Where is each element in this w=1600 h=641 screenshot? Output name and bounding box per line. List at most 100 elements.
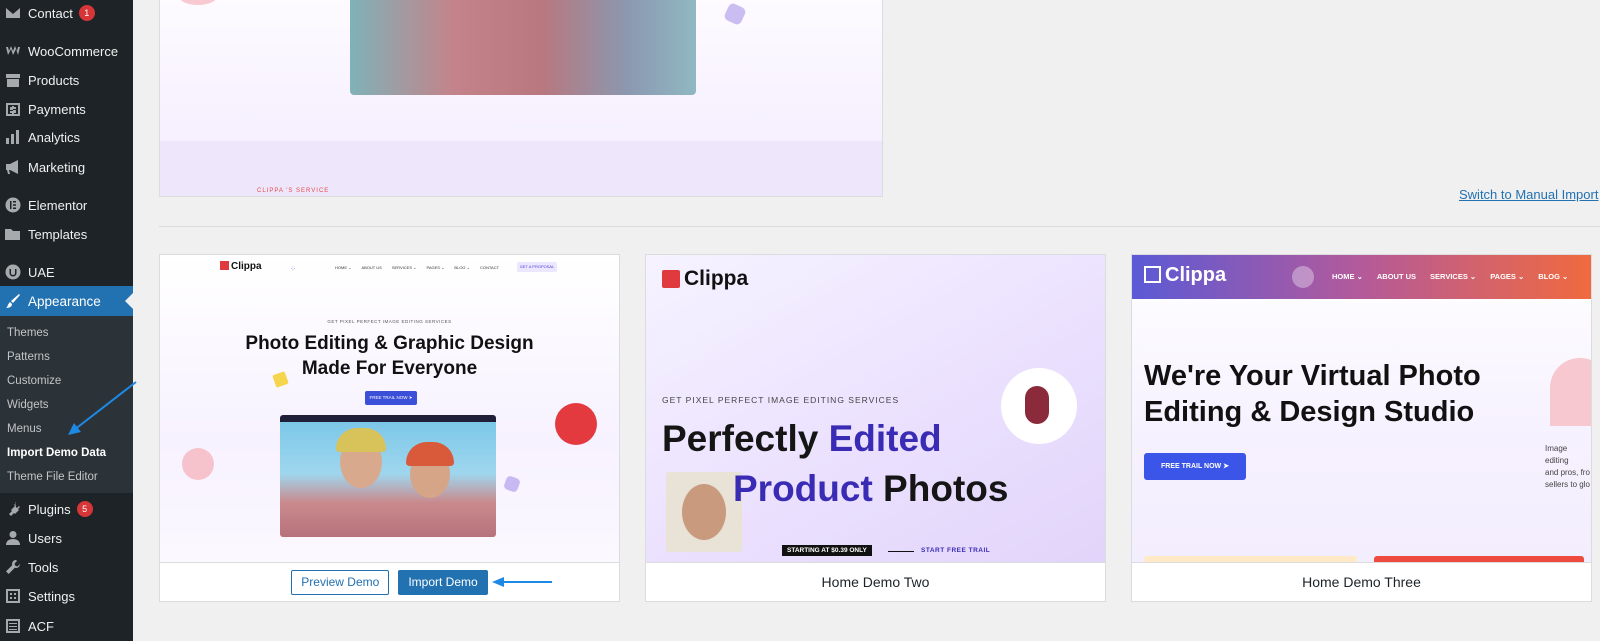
submenu-item-customize[interactable]: Customize [7,375,61,387]
admin-sidebar: Contact 1 WooCommerce Products Payments … [0,0,133,641]
demo-card-two: Clippa GET PIXEL PERFECT IMAGE EDITING S… [645,254,1106,602]
sidebar-item-label: Contact [28,5,73,21]
screenshot-eyebrow: GET PIXEL PERFECT IMAGE EDITING SERVICES [327,319,452,324]
demo-card-one: Clippa ⁘ HOME ⌄ ABOUT US SERVICES ⌄ PAGES ⌄… [159,254,620,602]
screenshot-nav: HOME ⌄ ABOUT US SERVICES ⌄ PAGES ⌄ BLOG ⌄ CON… [335,265,500,270]
sidebar-item-label: UAE [28,264,55,280]
submenu-item-import-demo-data[interactable]: Import Demo Data [7,447,106,459]
sidebar-item-label: Plugins [28,501,71,517]
submenu-item-themes[interactable]: Themes [7,327,49,339]
import-demo-button[interactable]: Import Demo [398,569,488,595]
sidebar-item-label: Templates [28,226,88,242]
sidebar-item-contact[interactable]: Contact 1 [0,0,133,28]
preview-demo-button[interactable]: Preview Demo [291,569,390,595]
user-icon [5,530,21,546]
screenshot-price-tag: STARTING AT $0.39 ONLY [782,545,872,556]
clippa-logo: Clippa [220,261,262,272]
demo-card-title: Home Demo Three [1132,562,1591,601]
sidebar-item-plugins[interactable]: Plugins 5 [0,494,133,524]
sidebar-item-woocommerce[interactable]: WooCommerce [0,36,133,66]
submenu-item-widgets[interactable]: Widgets [7,399,49,411]
submenu-item-patterns[interactable]: Patterns [7,351,50,363]
screenshot-nav: HOME ⌄ ABOUT US SERVICES ⌄ PAGES ⌄ BLOG ⌄ [1332,272,1569,281]
screenshot-proposal-button: GET A PROPOSAL [517,262,557,272]
sidebar-item-label: Appearance [28,293,101,309]
grid-icon [1292,266,1314,288]
sidebar-item-marketing[interactable]: Marketing [0,152,133,182]
sidebar-item-label: Payments [28,101,86,117]
sidebar-item-uae[interactable]: UAE [0,257,133,287]
screenshot-nav-bar: Clippa HOME ⌄ ABOUT US SERVICES ⌄ PAGES ⌄ BL… [1132,255,1591,299]
demo-screenshot[interactable]: Clippa GET PIXEL PERFECT IMAGE EDITING S… [646,255,1105,562]
decorative-shape [1001,368,1077,444]
decorative-shape [723,2,747,26]
sidebar-item-settings[interactable]: Settings [0,581,133,611]
clippa-logo: Clippa [1144,264,1226,287]
screenshot-free-trial: START FREE TRAIL [921,547,991,554]
submenu-item-menus[interactable]: Menus [7,423,42,435]
elementor-icon [5,197,21,213]
sidebar-item-label: Marketing [28,159,86,175]
decorative-shape [182,448,214,480]
previous-demo-card: CLIPPA 'S SERVICE [159,0,883,197]
annotation-arrow-icon [68,381,137,435]
screenshot-cta: FREE TRAIL NOW ➤ [365,391,417,405]
demo-card-three: Clippa HOME ⌄ ABOUT US SERVICES ⌄ PAGES ⌄ BL… [1131,254,1592,602]
sidebar-item-label: Analytics [28,129,81,145]
demo-screenshot[interactable]: Clippa ⁘ HOME ⌄ ABOUT US SERVICES ⌄ PAGES ⌄… [160,255,619,562]
dollar-icon [5,101,21,117]
section-divider [159,226,1600,227]
sidebar-item-elementor[interactable]: Elementor [0,190,133,220]
sidebar-item-tools[interactable]: Tools [0,552,133,582]
paintbrush-icon [5,293,21,309]
sidebar-item-acf[interactable]: ACF [0,611,133,641]
notification-badge: 1 [78,5,95,21]
sidebar-item-label: Users [28,530,62,546]
mail-icon [5,5,21,21]
settings-icon [5,588,21,604]
sidebar-item-templates[interactable]: Templates [0,219,133,249]
screenshot-product-photo [666,472,742,552]
sidebar-item-label: Products [28,72,80,88]
annotation-arrow-icon [492,577,552,587]
uae-icon [5,264,21,280]
grid-icon: ⁘ [290,266,296,273]
screenshot-cta: FREE TRAIL NOW ➤ [1144,453,1246,480]
screenshot-eyebrow: GET PIXEL PERFECT IMAGE EDITING SERVICES [662,395,900,405]
sidebar-item-label: Settings [28,588,75,604]
sidebar-item-label: Tools [28,559,59,575]
demo-screenshot[interactable]: Clippa HOME ⌄ ABOUT US SERVICES ⌄ PAGES ⌄ BL… [1132,255,1591,562]
sidebar-item-label: Elementor [28,197,88,213]
acf-icon [5,618,21,634]
screenshot-headline: We're Your Virtual Photo Editing & Desig… [1144,360,1481,428]
sidebar-item-appearance[interactable]: Appearance [0,286,133,316]
decorative-shape [1550,358,1591,426]
decorative-shape [555,403,597,445]
screenshot-headline: Photo Editing & Graphic Design Made For … [245,333,534,379]
demo-screenshot-photo [350,0,696,95]
clippa-logo: Clippa [662,267,748,291]
folder-icon [5,226,21,242]
sidebar-item-analytics[interactable]: Analytics [0,122,133,152]
submenu-item-theme-file-editor[interactable]: Theme File Editor [7,471,98,483]
woocommerce-icon [5,43,21,59]
sidebar-item-label: ACF [28,618,54,634]
sidebar-item-users[interactable]: Users [0,523,133,553]
plug-icon [5,501,21,517]
wrench-icon [5,559,21,575]
sidebar-item-products[interactable]: Products [0,65,133,95]
megaphone-icon [5,159,21,175]
screenshot-headline-line-2: Product Photos [733,468,1009,509]
demo-card-title: Home Demo Two [646,562,1105,601]
sidebar-item-label: WooCommerce [28,43,119,59]
screenshot-side-text: Image editing and pros, fro sellers to g… [1545,444,1590,489]
main-content: CLIPPA 'S SERVICE Switch to Manual Impor… [133,0,1600,641]
service-caption: CLIPPA 'S SERVICE [257,188,330,194]
decorative-shape [178,0,218,5]
switch-to-manual-import-link[interactable]: Switch to Manual Import [1459,187,1598,202]
screenshot-hero-photo [280,415,496,537]
archive-icon [5,72,21,88]
bar-chart-icon [5,129,21,145]
arrow-right-icon [888,551,914,552]
sidebar-item-payments[interactable]: Payments [0,94,133,124]
